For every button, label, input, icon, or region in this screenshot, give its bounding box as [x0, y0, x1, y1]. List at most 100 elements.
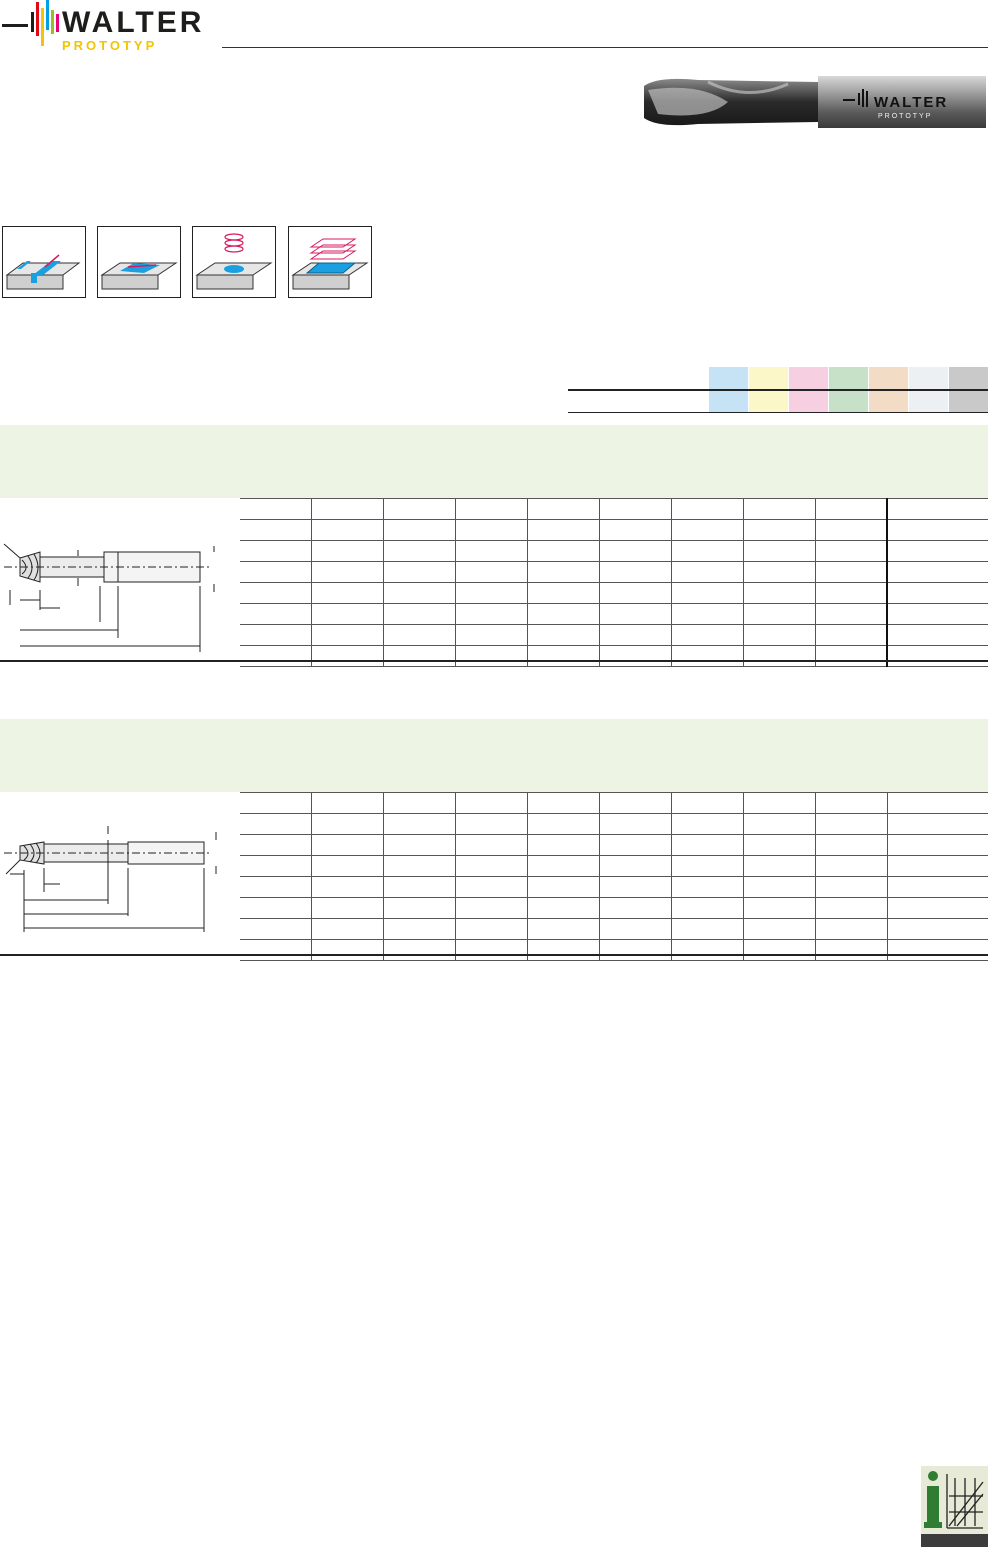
table-row [240, 645, 988, 667]
table-cell [240, 582, 312, 604]
table-cell [382, 624, 456, 646]
table-cell [311, 834, 384, 856]
section-1-bottom-rule [0, 660, 988, 662]
table-cell [240, 855, 312, 877]
table-cell [382, 519, 456, 541]
table-cell [383, 834, 456, 856]
table-cell [310, 519, 384, 541]
table-cell [743, 855, 816, 877]
table-cell [527, 918, 600, 940]
table-cell [454, 561, 528, 583]
table-cell [240, 603, 312, 625]
table-row [240, 582, 988, 604]
table-cell [527, 876, 600, 898]
table-cell [311, 813, 384, 835]
table-cell [454, 645, 528, 667]
table-row [240, 876, 988, 898]
table-cell [815, 876, 888, 898]
table-cell [527, 834, 600, 856]
table-cell [454, 603, 528, 625]
table-cell [240, 813, 312, 835]
table-cell [311, 855, 384, 877]
slot-milling-icon [2, 226, 86, 298]
table-cell [887, 834, 988, 856]
table-row [240, 561, 988, 583]
table-cell [815, 939, 888, 961]
table-cell [310, 624, 384, 646]
table-cell [526, 540, 600, 562]
table-cell [598, 582, 672, 604]
table-cell [887, 813, 988, 835]
table-row [240, 792, 988, 814]
section-1-dimension-drawing [3, 543, 215, 652]
table-cell [455, 918, 528, 940]
table-row [240, 834, 988, 856]
table-cell [887, 939, 988, 961]
table-cell [240, 561, 312, 583]
logo-subtitle: PROTOTYP [62, 38, 158, 53]
table-cell [743, 813, 816, 835]
section-2-dimension-drawing [4, 826, 217, 932]
table-cell [454, 540, 528, 562]
table-cell [814, 498, 888, 520]
table-cell [815, 813, 888, 835]
table-cell [527, 897, 600, 919]
table-cell [671, 792, 744, 814]
table-cell [815, 834, 888, 856]
table-cell [742, 582, 815, 604]
table-cell [599, 813, 672, 835]
table-cell [886, 582, 988, 604]
table-cell [743, 792, 816, 814]
table-cell [671, 939, 744, 961]
info-icon[interactable] [921, 1466, 988, 1547]
table-cell [598, 645, 672, 667]
table-cell [671, 813, 744, 835]
table-cell [455, 813, 528, 835]
table-cell [454, 498, 528, 520]
table-cell [311, 939, 384, 961]
table-cell [814, 519, 888, 541]
table-cell [815, 792, 888, 814]
table-cell [742, 645, 815, 667]
table-cell [887, 855, 988, 877]
table-cell [670, 519, 744, 541]
table-cell [311, 918, 384, 940]
table-cell [742, 519, 815, 541]
table-cell [240, 876, 312, 898]
table-cell [382, 498, 456, 520]
table-cell [599, 876, 672, 898]
table-cell [599, 939, 672, 961]
table-cell [455, 939, 528, 961]
table-cell [814, 540, 888, 562]
table-cell [527, 855, 600, 877]
table-cell [815, 897, 888, 919]
table-cell [671, 918, 744, 940]
table-cell [383, 855, 456, 877]
table-cell [599, 834, 672, 856]
table-cell [671, 876, 744, 898]
table-cell [743, 834, 816, 856]
table-cell [671, 855, 744, 877]
table-cell [526, 645, 600, 667]
table-cell [742, 624, 815, 646]
table-cell [383, 897, 456, 919]
table-cell [240, 918, 312, 940]
table-cell [599, 897, 672, 919]
section-1-dimension-table [240, 498, 988, 667]
table-cell [670, 624, 744, 646]
table-cell [670, 540, 744, 562]
table-cell [382, 561, 456, 583]
table-cell [743, 897, 816, 919]
table-cell [815, 918, 888, 940]
table-cell [382, 645, 456, 667]
table-cell [599, 855, 672, 877]
material-strip-bottom-rule [568, 412, 988, 413]
table-cell [814, 582, 888, 604]
table-cell [526, 519, 600, 541]
table-cell [887, 792, 988, 814]
table-cell [599, 792, 672, 814]
section-2-header-band [0, 719, 988, 792]
table-cell [886, 498, 988, 520]
table-cell [455, 855, 528, 877]
section-2-bottom-rule [0, 954, 988, 956]
